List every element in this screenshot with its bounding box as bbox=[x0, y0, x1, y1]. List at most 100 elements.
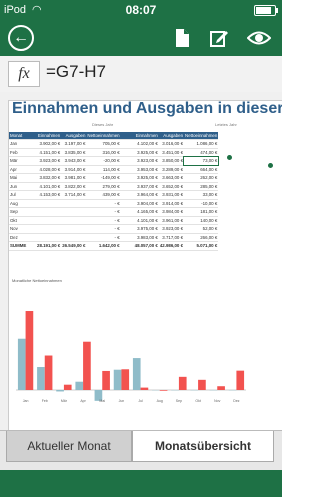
table-cell[interactable]: 3.914,00 € bbox=[61, 165, 87, 174]
table-cell[interactable]: Monat bbox=[9, 132, 31, 140]
table-cell[interactable]: 3.835,00 € bbox=[61, 148, 87, 157]
selection-handle[interactable] bbox=[267, 162, 274, 169]
document-icon[interactable] bbox=[172, 28, 192, 48]
table-cell[interactable]: 73,00 € bbox=[183, 155, 220, 166]
table-cell[interactable]: 266,00 € bbox=[184, 233, 219, 242]
table-cell[interactable]: 262,00 € bbox=[184, 173, 219, 183]
table-row[interactable]: Jul 4.153,00 €3.714,00 €439,00 €3.964,00 … bbox=[9, 190, 219, 200]
table-cell[interactable]: - € bbox=[86, 224, 121, 234]
table-cell[interactable]: Sep bbox=[9, 207, 31, 217]
table-cell[interactable]: 3.451,00 € bbox=[158, 148, 185, 157]
table-cell[interactable]: 48.057,00 € bbox=[120, 241, 159, 251]
table-cell[interactable]: 26.549,00 € bbox=[61, 241, 87, 251]
table-cell[interactable]: Mär bbox=[9, 156, 31, 166]
table-cell[interactable]: 664,00 € bbox=[184, 165, 219, 174]
table-cell[interactable]: 28.191,00 € bbox=[31, 241, 62, 251]
table-cell[interactable]: - € bbox=[86, 216, 121, 225]
table-cell[interactable]: 3.975,00 € bbox=[120, 224, 159, 234]
table-cell[interactable]: 285,00 € bbox=[184, 182, 219, 191]
table-cell[interactable] bbox=[31, 224, 62, 234]
table-row[interactable]: Mai 3.832,00 €3.981,00 € -149,00 €3.925,00… bbox=[9, 173, 219, 183]
table-cell[interactable]: 3.652,00 € bbox=[158, 182, 185, 191]
table-row[interactable]: Dez - €3.983,00 €3.717,00 €266,00 € bbox=[9, 233, 219, 242]
table-cell[interactable]: 3.822,00 € bbox=[61, 182, 87, 191]
table-cell[interactable]: 3.961,00 € bbox=[158, 216, 185, 225]
function-button[interactable]: fx bbox=[8, 61, 40, 87]
table-cell[interactable]: 3.923,00 € bbox=[31, 156, 62, 166]
table-cell[interactable]: Einnahmen bbox=[31, 132, 62, 140]
selection-handle[interactable] bbox=[226, 154, 233, 161]
net-income-chart[interactable]: Jan Feb Mär Apr Mai Jun Jul Aug Sep Okt Nov Dez bbox=[12, 290, 274, 430]
table-cell[interactable]: 3.289,00 € bbox=[158, 165, 185, 174]
table-cell[interactable] bbox=[31, 207, 62, 217]
table-cell[interactable] bbox=[61, 216, 87, 225]
table-cell[interactable]: 4.101,00 € bbox=[120, 216, 159, 225]
formula-input[interactable]: =G7-H7 bbox=[46, 62, 106, 82]
table-cell[interactable]: Jan bbox=[9, 139, 31, 149]
table-cell[interactable]: 4.165,00 € bbox=[120, 207, 159, 217]
table-cell[interactable]: 33,00 € bbox=[184, 190, 219, 200]
table-cell[interactable] bbox=[31, 233, 62, 242]
table-cell[interactable]: Aug bbox=[9, 199, 31, 208]
spreadsheet-area[interactable]: Einnahmen und Ausgaben in dieser Dieses … bbox=[0, 92, 282, 430]
table-cell[interactable]: Jun bbox=[9, 182, 31, 191]
table-cell[interactable]: Ausgaben bbox=[158, 132, 185, 140]
table-cell[interactable]: 1.086,00 € bbox=[184, 139, 219, 149]
table-cell[interactable]: -149,00 € bbox=[86, 173, 121, 183]
table-cell[interactable]: 3.931,00 € bbox=[158, 190, 185, 200]
table-cell[interactable]: Ausgaben bbox=[61, 132, 87, 140]
table-cell[interactable]: 1.642,00 € bbox=[86, 241, 121, 251]
table-cell[interactable] bbox=[61, 207, 87, 217]
table-cell[interactable] bbox=[31, 199, 62, 208]
table-cell[interactable]: 3.717,00 € bbox=[158, 233, 185, 242]
table-cell[interactable]: 3.943,00 € bbox=[61, 156, 87, 166]
table-cell[interactable] bbox=[61, 233, 87, 242]
table-cell[interactable]: 439,00 € bbox=[86, 190, 121, 200]
table-cell[interactable]: - € bbox=[86, 199, 121, 208]
table-row[interactable]: Nov - €3.975,00 €3.923,00 €52,00 € bbox=[9, 224, 219, 234]
table-cell[interactable]: 3.832,00 € bbox=[31, 173, 62, 183]
table-cell[interactable]: Dez bbox=[9, 233, 31, 242]
table-cell[interactable]: 3.663,00 € bbox=[158, 173, 185, 183]
table-row[interactable]: Monat Einnahmen Ausgaben Nettoeinnahmen Einn… bbox=[9, 132, 219, 140]
table-cell[interactable]: Einnahmen bbox=[120, 132, 159, 140]
table-cell[interactable]: 3.902,00 € bbox=[31, 139, 62, 149]
table-cell[interactable]: 3.983,00 € bbox=[120, 233, 159, 242]
table-row[interactable]: Mär 3.923,00 €3.943,00 € -20,00 €3.923,00 … bbox=[9, 155, 220, 166]
table-cell[interactable]: 3.016,00 € bbox=[158, 139, 185, 149]
table-row[interactable]: Jan 3.902,00 €3.197,00 €705,00 €4.102,00 … bbox=[9, 139, 219, 149]
table-cell[interactable]: 4.102,00 € bbox=[120, 139, 159, 149]
table-cell[interactable]: Nettoeinnahmen bbox=[184, 132, 219, 140]
table-cell[interactable]: 181,00 € bbox=[184, 207, 219, 217]
back-arrow-icon[interactable]: ← bbox=[8, 25, 34, 51]
table-cell[interactable]: - € bbox=[86, 207, 121, 217]
table-row[interactable]: Apr 4.028,00 €3.914,00 €114,00 €3.953,00 … bbox=[9, 165, 219, 174]
tab-monthly-overview[interactable]: Monatsübersicht bbox=[132, 431, 274, 462]
table-cell[interactable]: Apr bbox=[9, 165, 31, 174]
table-row[interactable]: Okt - €4.101,00 €3.961,00 €140,00 € bbox=[9, 216, 219, 225]
table-cell[interactable]: 3.714,00 € bbox=[61, 190, 87, 200]
table-cell[interactable]: 3.925,00 € bbox=[120, 148, 159, 157]
table-row[interactable]: Feb 4.151,00 €3.835,00 €316,00 €3.925,00 … bbox=[9, 148, 219, 157]
table-cell[interactable]: 52,00 € bbox=[184, 224, 219, 234]
table-cell[interactable]: 42.986,00 € bbox=[158, 241, 185, 251]
table-cell[interactable]: 3.197,00 € bbox=[61, 139, 87, 149]
view-eye-icon[interactable] bbox=[247, 28, 271, 48]
table-cell[interactable]: -10,00 € bbox=[184, 199, 219, 208]
edit-icon[interactable] bbox=[209, 28, 229, 48]
table-cell[interactable]: Okt bbox=[9, 216, 31, 225]
table-cell[interactable]: Feb bbox=[9, 148, 31, 157]
table-cell[interactable]: 3.923,00 € bbox=[120, 156, 159, 166]
table-cell[interactable]: 474,00 € bbox=[184, 148, 219, 157]
table-cell[interactable]: 4.028,00 € bbox=[31, 165, 62, 174]
table-cell[interactable]: Nov bbox=[9, 224, 31, 234]
table-cell[interactable]: 316,00 € bbox=[86, 148, 121, 157]
table-cell[interactable] bbox=[61, 224, 87, 234]
table-cell[interactable]: 4.153,00 € bbox=[31, 190, 62, 200]
table-row[interactable]: Jun 4.101,00 €3.822,00 €279,00 €3.937,00 … bbox=[9, 182, 219, 191]
table-cell[interactable]: - € bbox=[86, 233, 121, 242]
table-cell[interactable]: 3.984,00 € bbox=[158, 207, 185, 217]
table-cell[interactable]: 5.071,00 € bbox=[184, 241, 219, 251]
table-cell[interactable]: -20,00 € bbox=[86, 156, 121, 166]
table-row[interactable]: Aug - €3.904,00 €3.914,00 € -10,00 € bbox=[9, 199, 219, 208]
